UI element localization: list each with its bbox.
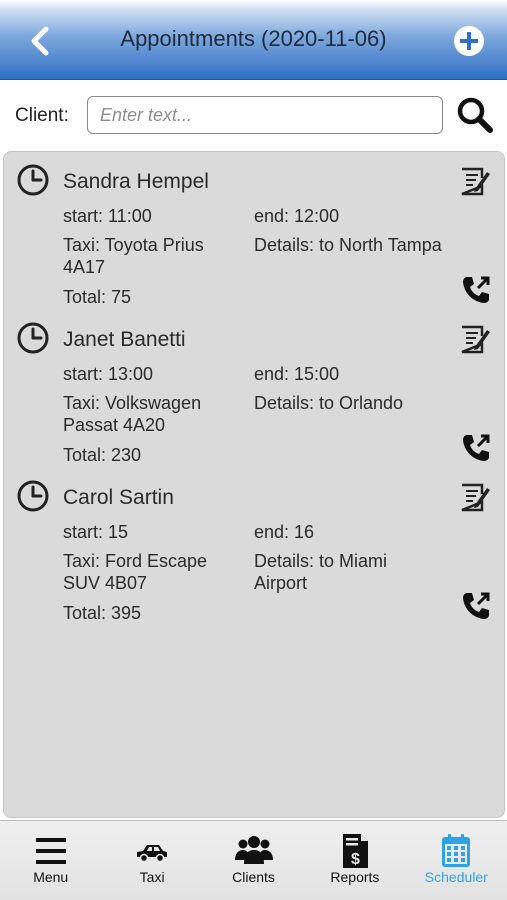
clock-icon (17, 322, 49, 354)
header-bar: Appointments (2020-11-06) (0, 0, 507, 80)
nav-label-clients: Clients (232, 869, 275, 885)
start-time: start: 15 (63, 522, 129, 542)
client-search-row: Client: (0, 80, 507, 150)
clock-icon (17, 164, 49, 196)
nav-label-scheduler: Scheduler (424, 869, 488, 885)
search-icon[interactable] (456, 96, 494, 134)
clock-icon (17, 480, 49, 512)
appointment-item[interactable]: Carol Sartin start: 15 end: 16 Taxi: For… (4, 468, 504, 623)
client-search-input[interactable] (87, 96, 443, 134)
nav-label-reports: Reports (330, 869, 380, 885)
client-name: Carol Sartin (63, 486, 174, 509)
nav-label-taxi: Taxi (139, 869, 165, 885)
client-label: Client: (15, 105, 69, 126)
trip-details: Details: to Orlando (254, 393, 404, 413)
end-time: end: 12:00 (254, 206, 340, 226)
start-time: start: 13:00 (63, 364, 154, 384)
nav-item-clients[interactable]: Clients (203, 821, 304, 900)
car-icon (137, 845, 168, 863)
taxi-info: Taxi: Toyota Prius 4A17 (63, 235, 204, 277)
start-time: start: 11:00 (63, 206, 152, 226)
phone-call-icon[interactable] (460, 590, 492, 622)
nav-item-scheduler[interactable]: Scheduler (406, 821, 507, 900)
hamburger-icon (35, 838, 66, 864)
end-time: end: 15:00 (254, 364, 340, 384)
plus-circle-icon[interactable] (453, 25, 485, 57)
end-time: end: 16 (254, 522, 315, 542)
users-icon (234, 836, 273, 864)
svg-text:$: $ (351, 851, 360, 868)
total-amount: Total: 230 (63, 445, 142, 465)
chevron-left-icon[interactable] (22, 22, 60, 60)
nav-item-taxi[interactable]: Taxi (101, 821, 202, 900)
appointment-list[interactable]: Sandra Hempel start: 11:00 end: 12:00 Ta… (3, 151, 505, 818)
nav-label-menu: Menu (33, 869, 69, 885)
phone-call-icon[interactable] (460, 274, 492, 306)
phone-call-icon[interactable] (460, 432, 492, 464)
client-name: Sandra Hempel (63, 170, 209, 193)
calendar-icon (442, 834, 471, 867)
page-title: Appointments (2020-11-06) (120, 26, 387, 51)
taxi-info: Taxi: Volkswagen Passat 4A20 (63, 393, 202, 435)
edit-note-icon[interactable] (458, 480, 492, 514)
trip-details: Details: to Miami Airport (254, 551, 388, 593)
trip-details: Details: to North Tampa (254, 235, 442, 255)
appointment-item[interactable]: Janet Banetti start: 13:00 end: 15:00 Ta… (4, 310, 504, 465)
nav-item-menu[interactable]: Menu (0, 821, 101, 900)
appointment-item[interactable]: Sandra Hempel start: 11:00 end: 12:00 Ta… (4, 152, 504, 307)
total-amount: Total: 395 (63, 603, 142, 623)
report-icon: $ (342, 834, 368, 868)
total-amount: Total: 75 (63, 287, 132, 307)
bottom-nav: Menu Taxi Clients $ Reports Scheduler (0, 820, 507, 900)
nav-item-reports[interactable]: $ Reports (304, 821, 405, 900)
client-name: Janet Banetti (63, 328, 186, 351)
edit-note-icon[interactable] (458, 322, 492, 356)
taxi-info: Taxi: Ford Escape SUV 4B07 (63, 551, 208, 593)
edit-note-icon[interactable] (458, 164, 492, 198)
